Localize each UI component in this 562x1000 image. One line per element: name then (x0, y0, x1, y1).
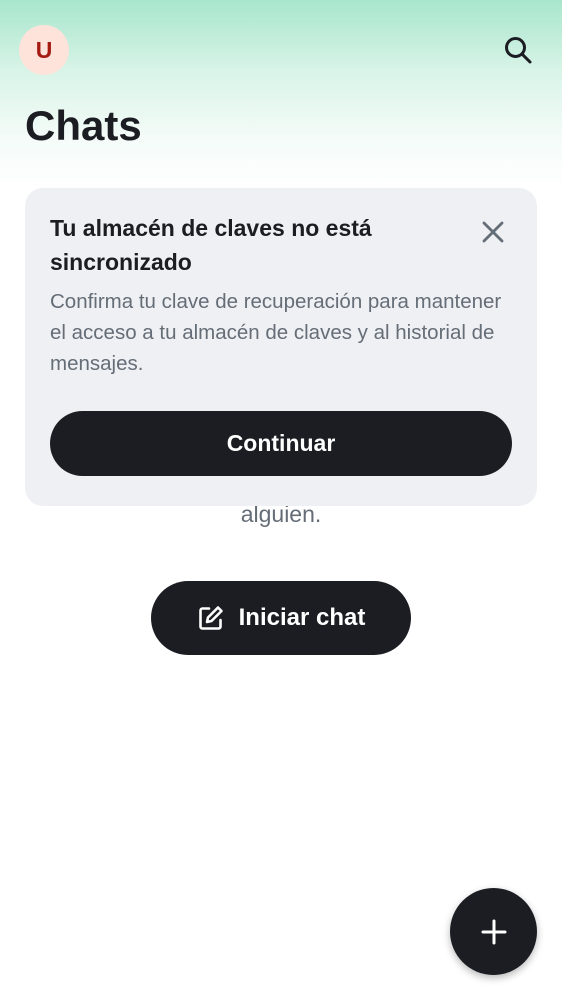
banner-title: Tu almacén de claves no está sincronizad… (50, 215, 372, 275)
page-title: Chats (25, 102, 142, 149)
banner-body: Confirma tu clave de recuperación para m… (50, 290, 502, 375)
search-icon (505, 37, 532, 64)
compose-icon (197, 604, 225, 632)
user-avatar[interactable]: U (19, 25, 69, 75)
header-background (0, 0, 562, 190)
banner-close-button[interactable] (473, 212, 513, 252)
new-chat-fab[interactable] (450, 888, 537, 975)
continue-button[interactable]: Continuar (50, 411, 512, 476)
start-chat-button[interactable]: Iniciar chat (151, 581, 411, 655)
search-button[interactable] (494, 26, 542, 74)
close-icon (482, 221, 504, 243)
plus-icon (481, 919, 506, 944)
key-storage-banner: Tu almacén de claves no está sincronizad… (25, 188, 537, 506)
start-chat-label: Iniciar chat (238, 604, 366, 631)
avatar-initial: U (35, 36, 53, 63)
